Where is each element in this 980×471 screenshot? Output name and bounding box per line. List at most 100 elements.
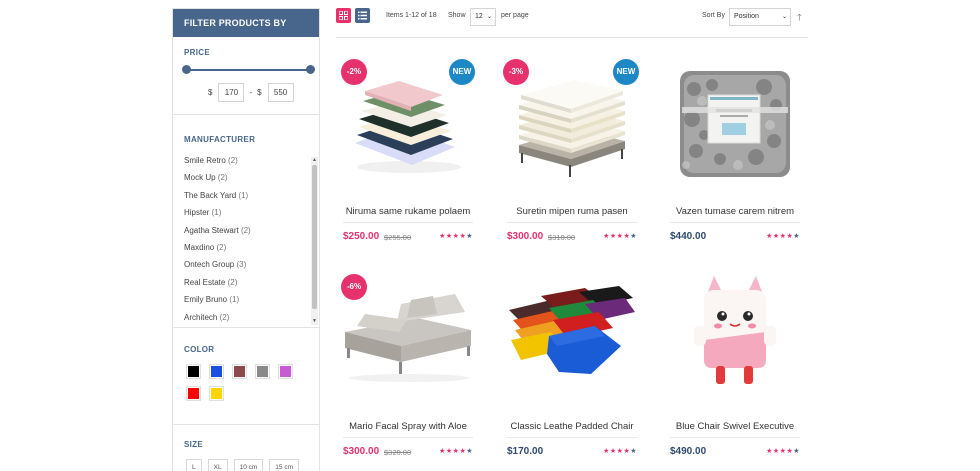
manufacturer-name: Emily Bruno <box>184 295 228 305</box>
color-swatch-red[interactable] <box>186 386 201 401</box>
per-page-select[interactable]: 12 ⌄ <box>470 8 496 26</box>
size-options: L XL 10 cm 15 cm <box>186 459 308 471</box>
manufacturer-item[interactable]: Ontech Group (3) <box>184 256 306 273</box>
manufacturer-item[interactable]: Real Estate (2) <box>184 274 306 291</box>
star-icon: ★ <box>603 448 610 455</box>
manufacturer-count: (1) <box>238 190 249 200</box>
color-title: COLOR <box>184 345 215 354</box>
color-swatch-brown[interactable] <box>232 364 247 379</box>
currency-symbol: $ <box>257 88 262 97</box>
product-image[interactable] <box>501 270 643 400</box>
swatch-fill <box>188 388 199 399</box>
manufacturer-item[interactable]: Architech (2) <box>184 309 306 326</box>
star-icon: ★ <box>439 448 446 455</box>
manufacturer-item[interactable]: Smile Retro (2) <box>184 152 306 169</box>
product-price: $250.00 <box>343 231 380 242</box>
product-name[interactable]: Suretin mipen ruma pasen <box>501 206 643 217</box>
size-option[interactable]: 15 cm <box>269 459 299 471</box>
star-icon: ★ <box>466 233 473 240</box>
star-icon: ★ <box>630 448 637 455</box>
product-price: $170.00 <box>507 446 544 457</box>
color-swatch-blue[interactable] <box>209 364 224 379</box>
manufacturer-count: (1) <box>229 295 240 305</box>
product-name[interactable]: Vazen tumase carem nitrem <box>664 206 806 217</box>
manufacturer-count: (2) <box>227 277 238 287</box>
product-price: $300.00 <box>343 446 380 457</box>
price-max-input[interactable]: 550 <box>267 83 294 102</box>
size-option[interactable]: XL <box>207 459 228 471</box>
manufacturer-name: Mock Up <box>184 173 216 183</box>
swatch-fill <box>257 366 268 377</box>
product-card[interactable]: -3% NEW Suretin mipen ruma pasen $300.00… <box>501 55 643 255</box>
manufacturer-item[interactable]: The Back Yard (1) <box>184 187 306 204</box>
manufacturer-item[interactable]: Hipster (1) <box>184 204 306 221</box>
star-icon: ★ <box>603 233 610 240</box>
price-slider-track[interactable] <box>187 69 309 71</box>
manufacturer-scrollbar[interactable]: ▲ ▼ <box>311 157 318 325</box>
size-option[interactable]: 10 cm <box>233 459 264 471</box>
manufacturer-filter: MANUFACTURER Smile Retro (2) Mock Up (2)… <box>173 124 319 328</box>
divider <box>343 222 473 223</box>
price-filter: PRICE <box>173 37 319 115</box>
price-separator: - <box>249 88 253 97</box>
rating-stars: ★★★★★ <box>439 232 473 240</box>
filter-sidebar: FILTER PRODUCTS BY PRICE $ 170 - $ 550 M… <box>172 8 320 471</box>
product-card[interactable]: Vazen tumase carem nitrem $440.00 ★★★★★ <box>664 55 806 255</box>
swatch-fill <box>211 366 222 377</box>
product-image[interactable] <box>664 270 806 400</box>
product-image[interactable] <box>664 55 806 185</box>
star-icon: ★ <box>766 448 773 455</box>
divider <box>670 437 800 438</box>
product-card[interactable]: Blue Chair Swivel Executive $490.00 ★★★★… <box>664 270 806 470</box>
star-icon: ★ <box>609 448 617 455</box>
size-option[interactable]: L <box>186 459 202 471</box>
product-name[interactable]: Mario Facal Spray with Aloe <box>337 421 479 432</box>
star-icon: ★ <box>766 233 773 240</box>
star-icon: ★ <box>439 233 446 240</box>
scroll-up-icon[interactable]: ▲ <box>311 157 318 164</box>
star-icon: ★ <box>609 233 617 240</box>
star-icon: ★ <box>772 233 780 240</box>
product-card[interactable]: -6% Mario Facal Spray with Aloe $300.00 … <box>337 270 479 470</box>
product-card[interactable]: -2% NEW Niruma same rukame polaem $250.0… <box>337 55 479 255</box>
star-icon: ★ <box>630 233 637 240</box>
color-swatch-purple[interactable] <box>278 364 293 379</box>
grid-icon <box>339 11 348 20</box>
grid-view-button[interactable] <box>336 8 351 23</box>
product-name[interactable]: Blue Chair Swivel Executive <box>664 421 806 432</box>
product-price: $440.00 <box>670 231 707 242</box>
manufacturer-item[interactable]: Emily Bruno (1) <box>184 291 306 308</box>
manufacturer-item[interactable]: Maxdino (2) <box>184 239 306 256</box>
manufacturer-item[interactable]: Agatha Stewart (2) <box>184 222 306 239</box>
color-swatch-black[interactable] <box>186 364 201 379</box>
sort-select[interactable]: Position ⌄ <box>729 8 791 26</box>
sidebar-title: FILTER PRODUCTS BY <box>173 9 319 37</box>
product-name[interactable]: Classic Leathe Padded Chair <box>501 421 643 432</box>
color-swatch-yellow[interactable] <box>209 386 224 401</box>
swatch-fill <box>234 366 245 377</box>
color-swatch-gray[interactable] <box>255 364 270 379</box>
scrollbar-thumb[interactable] <box>312 165 317 309</box>
manufacturer-count: (2) <box>219 312 230 322</box>
manufacturer-count: (3) <box>236 260 247 270</box>
manufacturer-count: (2) <box>216 242 227 252</box>
manufacturer-title: MANUFACTURER <box>184 135 256 144</box>
manufacturer-item[interactable]: Mock Up (2) <box>184 169 306 186</box>
scroll-down-icon[interactable]: ▼ <box>311 318 318 325</box>
manufacturer-count: (2) <box>217 173 228 183</box>
discount-badge: -6% <box>341 274 367 300</box>
product-card[interactable]: Classic Leathe Padded Chair $170.00 ★★★★… <box>501 270 643 470</box>
list-view-button[interactable] <box>355 8 370 23</box>
manufacturer-list: Smile Retro (2) Mock Up (2) The Back Yar… <box>184 152 306 326</box>
arrow-up-icon[interactable]: 🡑 <box>797 10 802 26</box>
price-min-input[interactable]: 170 <box>218 83 245 102</box>
rating-stars: ★★★★★ <box>603 447 637 455</box>
rating-stars: ★★★★★ <box>766 232 800 240</box>
manufacturer-name: Architech <box>184 312 218 322</box>
price-slider-max-handle[interactable] <box>306 65 315 74</box>
price-slider-min-handle[interactable] <box>182 65 191 74</box>
swatch-fill <box>211 388 222 399</box>
product-name[interactable]: Niruma same rukame polaem <box>337 206 479 217</box>
star-icon: ★ <box>445 448 453 455</box>
manufacturer-count: (2) <box>228 156 238 165</box>
